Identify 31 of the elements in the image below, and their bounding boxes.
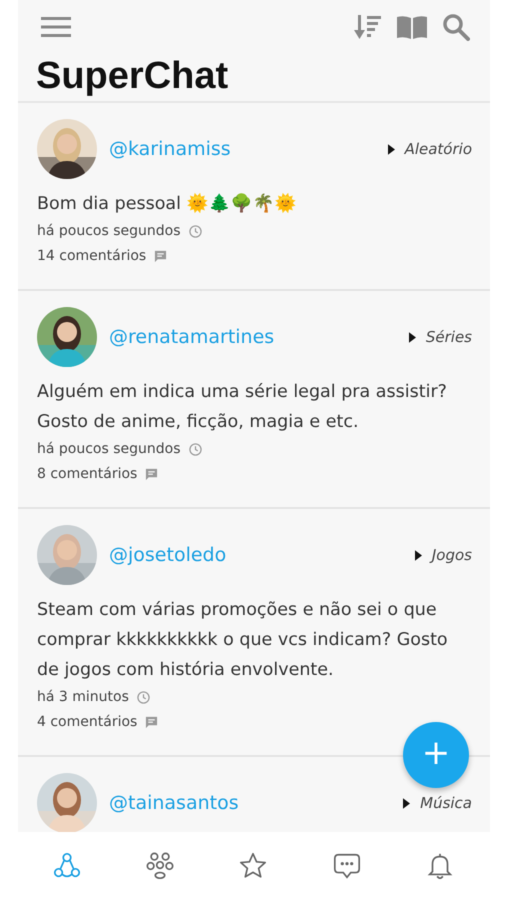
comments-link[interactable]: 8 comentários xyxy=(37,462,138,487)
comment-icon xyxy=(145,468,158,481)
category-label[interactable]: Jogos xyxy=(432,546,472,564)
post-text: Steam com várias promoções e não sei o que comprar kkkkkkkkkk o que vcs indicam? Gosto de jogos com história envolvente. xyxy=(37,599,449,682)
clock-icon xyxy=(136,691,150,704)
app-title: SuperChat xyxy=(36,54,230,99)
comments-link[interactable]: 4 comentários xyxy=(37,710,138,735)
search-icon[interactable] xyxy=(442,13,470,41)
caret-icon xyxy=(408,332,416,342)
category-label[interactable]: Séries xyxy=(426,328,472,346)
post-text: Alguém em indica uma série legal pra assistir? Gosto de anime, ficção, magia e etc. xyxy=(37,381,448,434)
comments-link[interactable]: 14 comentários xyxy=(37,244,146,269)
book-icon[interactable] xyxy=(396,15,428,39)
category-label[interactable]: Aleatório xyxy=(404,140,472,158)
post-time: há poucos segundos xyxy=(37,222,181,241)
post-time: há 3 minutos xyxy=(37,688,129,707)
comment-icon xyxy=(145,716,158,729)
bell-icon[interactable] xyxy=(425,851,456,881)
clock-icon xyxy=(188,225,202,238)
clock-icon xyxy=(188,443,202,456)
category-label[interactable]: Música xyxy=(420,794,472,812)
menu-icon[interactable] xyxy=(40,15,72,39)
chat-icon[interactable] xyxy=(332,851,362,881)
post-time: há poucos segundos xyxy=(37,440,181,459)
caret-icon xyxy=(388,144,395,154)
comment-icon xyxy=(154,250,168,263)
post-text: Bom dia pessoal 🌞🌲🌳🌴🌞 xyxy=(37,192,298,216)
sort-icon[interactable] xyxy=(354,14,382,40)
caret-icon xyxy=(403,798,410,808)
caret-icon xyxy=(414,550,422,560)
people-icon[interactable] xyxy=(145,851,176,881)
